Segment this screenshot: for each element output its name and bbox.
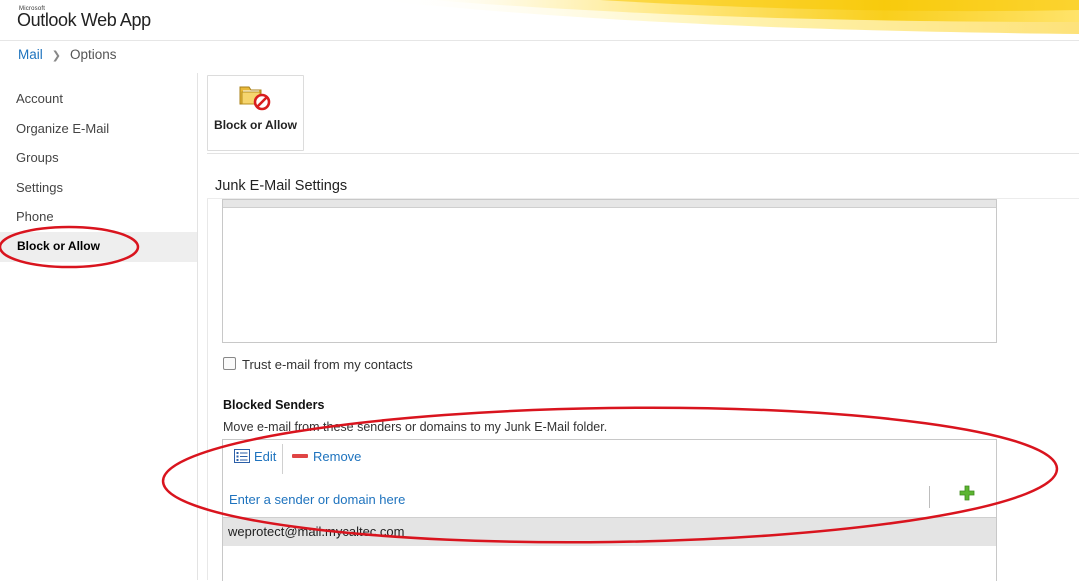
sidebar-item-phone[interactable]: Phone bbox=[0, 202, 197, 232]
folder-block-icon bbox=[239, 86, 271, 111]
list-item[interactable]: weprotect@mail.mycaltec.com bbox=[223, 517, 996, 546]
add-sender-button[interactable] bbox=[959, 485, 975, 506]
content-left-border bbox=[207, 199, 208, 580]
safe-senders-list[interactable] bbox=[222, 199, 997, 343]
remove-button[interactable]: Remove bbox=[292, 449, 361, 464]
sidebar-divider bbox=[197, 73, 198, 580]
trust-contacts-row: Trust e-mail from my contacts bbox=[223, 357, 413, 372]
header-swoosh-graphic bbox=[370, 0, 1079, 34]
breadcrumb-current: Options bbox=[69, 47, 117, 62]
tile-label: Block or Allow bbox=[214, 118, 297, 132]
blocked-senders-title: Blocked Senders bbox=[223, 398, 325, 412]
breadcrumb-mail-link[interactable]: Mail bbox=[18, 47, 43, 62]
sidebar-item-groups[interactable]: Groups bbox=[0, 143, 197, 173]
app-logo: Outlook Web App bbox=[17, 10, 151, 30]
toolbar-separator bbox=[282, 444, 283, 474]
blocked-senders-description: Move e-mail from these senders or domain… bbox=[223, 420, 608, 434]
app-header: Microsoft Outlook Web App bbox=[0, 0, 1079, 41]
input-separator bbox=[929, 486, 930, 508]
blocked-senders-panel: Edit Remove weprotect@mail.mycaltec.com bbox=[222, 439, 997, 581]
block-or-allow-tile[interactable]: Block or Allow bbox=[207, 75, 304, 151]
trust-contacts-checkbox[interactable] bbox=[223, 357, 236, 370]
minus-icon bbox=[292, 454, 308, 458]
blocked-sender-entry: weprotect@mail.mycaltec.com bbox=[228, 524, 405, 539]
sidebar-item-organize-email[interactable]: Organize E-Mail bbox=[0, 114, 197, 144]
sidebar-item-block-or-allow[interactable]: Block or Allow bbox=[0, 231, 197, 262]
edit-button[interactable]: Edit bbox=[234, 449, 276, 464]
sidebar-item-settings[interactable]: Settings bbox=[0, 173, 197, 203]
options-sidebar: Account Organize E-Mail Groups Settings … bbox=[0, 84, 197, 262]
remove-label: Remove bbox=[313, 449, 362, 464]
breadcrumb: Mail ❯ Options bbox=[18, 47, 117, 62]
chevron-right-icon: ❯ bbox=[51, 50, 61, 62]
plus-icon bbox=[959, 485, 975, 501]
panel-divider bbox=[207, 153, 1079, 154]
edit-label: Edit bbox=[254, 449, 277, 464]
sidebar-item-account[interactable]: Account bbox=[0, 84, 197, 114]
section-title: Junk E-Mail Settings bbox=[215, 178, 348, 194]
edit-list-icon bbox=[234, 449, 250, 463]
sender-domain-input[interactable] bbox=[229, 490, 919, 508]
list-header bbox=[223, 200, 996, 208]
trust-contacts-label: Trust e-mail from my contacts bbox=[242, 357, 413, 372]
